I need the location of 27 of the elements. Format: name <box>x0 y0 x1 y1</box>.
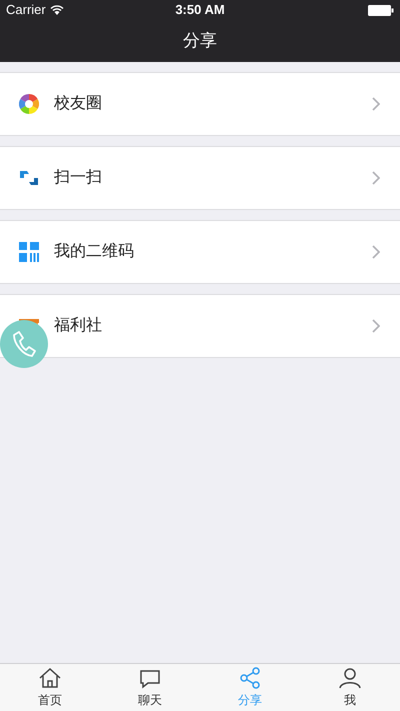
menu-label: 校友圈 <box>54 94 103 114</box>
menu-label: 我的二维码 <box>54 242 135 262</box>
person-icon <box>338 666 362 690</box>
share-icon <box>238 666 262 690</box>
menu-label: 福利社 <box>54 316 103 336</box>
menu-row[interactable]: 我的二维码 <box>0 220 400 284</box>
chevron-right-icon <box>372 245 380 259</box>
phone-icon <box>11 330 37 358</box>
tab-item[interactable]: 首页 <box>0 664 100 711</box>
chevron-right-icon <box>372 319 380 333</box>
menu-row[interactable]: 扫一扫 <box>0 146 400 210</box>
tab-item[interactable]: 聊天 <box>100 664 200 711</box>
status-time: 3:50 AM <box>175 1 225 20</box>
battery-icon <box>368 4 394 16</box>
scan-icon <box>19 169 39 187</box>
carrier-label: Carrier <box>6 1 46 20</box>
menu-label: 扫一扫 <box>54 168 103 188</box>
aperture-icon <box>19 94 39 114</box>
nav-title: 分享 <box>183 30 217 52</box>
home-icon <box>38 666 62 690</box>
qr-code-icon <box>19 242 39 262</box>
menu-row[interactable]: 校友圈 <box>0 72 400 136</box>
chevron-right-icon <box>372 171 380 185</box>
wifi-icon <box>50 5 64 15</box>
tab-item[interactable]: 我 <box>300 664 400 711</box>
chevron-right-icon <box>372 97 380 111</box>
menu-row[interactable]: 福利社 <box>0 294 400 358</box>
